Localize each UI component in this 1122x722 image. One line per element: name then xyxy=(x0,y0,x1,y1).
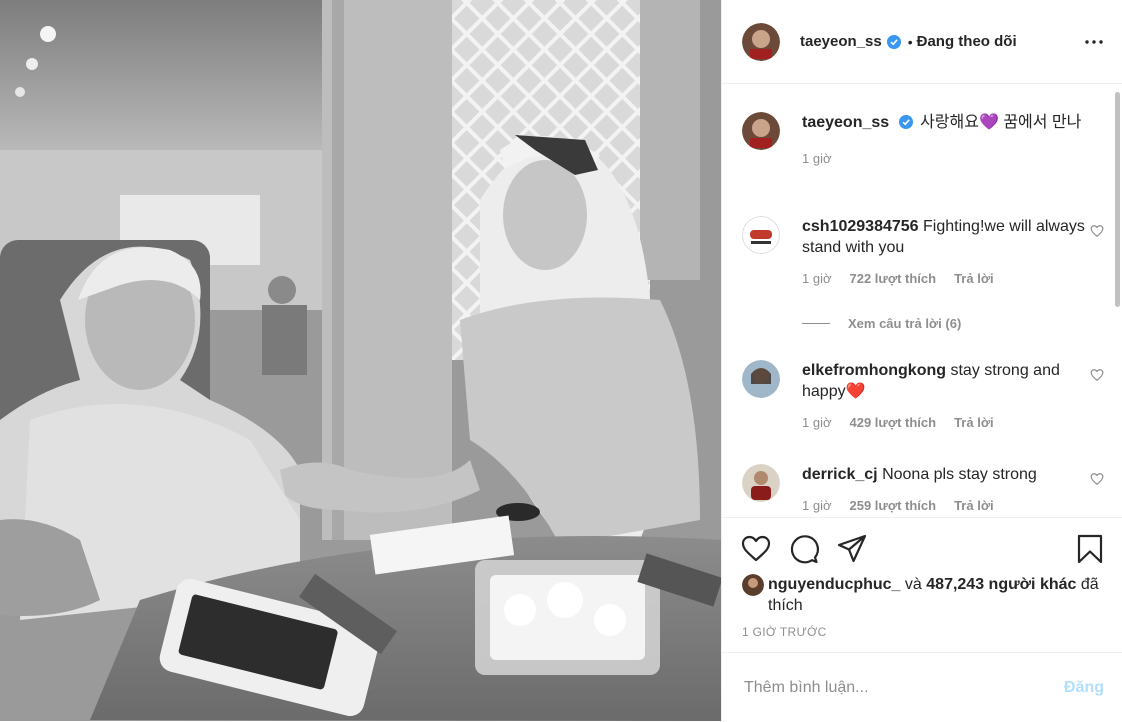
heart-small-icon[interactable] xyxy=(1090,472,1104,486)
comment-icon[interactable] xyxy=(788,533,820,565)
header-separator: • xyxy=(907,33,913,50)
liker-username[interactable]: nguyenducphuc_ xyxy=(768,576,900,593)
author-avatar[interactable] xyxy=(742,22,780,61)
reply-button[interactable]: Trả lời xyxy=(954,271,994,286)
likes-connector: và xyxy=(904,576,922,593)
heart-small-icon[interactable] xyxy=(1090,224,1104,238)
comment-text: Noona pls stay strong xyxy=(882,466,1037,483)
action-bar xyxy=(722,517,1122,582)
replies-line xyxy=(802,323,830,324)
commenter-avatar[interactable] xyxy=(742,216,780,254)
more-options-icon[interactable] xyxy=(1082,30,1106,54)
comment-meta: 1 giờ 722 lượt thích Trả lời xyxy=(802,271,1092,286)
likes-count[interactable]: 487,243 người khác xyxy=(926,576,1076,593)
verified-badge-icon xyxy=(886,34,901,49)
heart-small-icon[interactable] xyxy=(1090,368,1104,382)
post-comment-button[interactable]: Đăng xyxy=(1064,679,1104,697)
comment-input[interactable] xyxy=(742,677,1064,698)
reply-button[interactable]: Trả lời xyxy=(954,415,994,430)
comment-meta: 1 giờ 259 lượt thích Trả lời xyxy=(802,498,1092,513)
post-photo[interactable] xyxy=(0,0,721,721)
commenter-username[interactable]: elkefromhongkong xyxy=(802,362,946,379)
likes-summary: nguyenducphuc_ và 487,243 người khác đã … xyxy=(742,574,1102,616)
following-button[interactable]: Đang theo dõi xyxy=(917,33,1017,50)
comment-time[interactable]: 1 giờ xyxy=(802,415,832,430)
comment-likes[interactable]: 259 lượt thích xyxy=(850,498,937,513)
reply-button[interactable]: Trả lời xyxy=(954,498,994,513)
view-replies-button[interactable]: Xem câu trả lời (6) xyxy=(802,316,961,331)
save-icon[interactable] xyxy=(1074,533,1106,565)
commenter-avatar[interactable] xyxy=(742,464,780,502)
verified-badge-icon xyxy=(898,115,913,129)
comment-likes[interactable]: 722 lượt thích xyxy=(850,271,937,286)
caption-text-line: taeyeon_ss 사랑해요💜 꿈에서 만나 xyxy=(802,112,1092,133)
comment-likes[interactable]: 429 lượt thích xyxy=(850,415,937,430)
share-icon[interactable] xyxy=(836,533,868,565)
author-username[interactable]: taeyeon_ss xyxy=(800,33,882,50)
caption-avatar[interactable] xyxy=(742,112,780,150)
post-header: taeyeon_ss • Đang theo dõi xyxy=(722,0,1122,84)
comments-list[interactable]: taeyeon_ss 사랑해요💜 꿈에서 만나 1 giờ csh1029384… xyxy=(722,84,1122,517)
like-icon[interactable] xyxy=(740,533,772,565)
commenter-avatar[interactable] xyxy=(742,360,780,398)
comments-scrollbar[interactable] xyxy=(1115,92,1120,307)
post-side-panel: taeyeon_ss • Đang theo dõi taeyeon_ss 사랑… xyxy=(721,0,1122,721)
comment-meta: 1 giờ 429 lượt thích Trả lời xyxy=(802,415,1092,430)
caption-meta: 1 giờ xyxy=(802,151,1092,166)
caption-text: 사랑해요💜 꿈에서 만나 xyxy=(920,114,1082,131)
view-replies-label: Xem câu trả lời (6) xyxy=(848,316,962,331)
add-comment-bar: Đăng xyxy=(722,652,1122,722)
liker-avatar[interactable] xyxy=(742,574,764,596)
comment-time[interactable]: 1 giờ xyxy=(802,271,832,286)
commenter-username[interactable]: csh1029384756 xyxy=(802,218,919,235)
post-timestamp[interactable]: 1 GIỜ TRƯỚC xyxy=(742,625,827,639)
caption-username[interactable]: taeyeon_ss xyxy=(802,114,889,131)
commenter-username[interactable]: derrick_cj xyxy=(802,466,878,483)
comment-time[interactable]: 1 giờ xyxy=(802,498,832,513)
photo-illustration xyxy=(0,0,721,721)
instagram-post-view: taeyeon_ss • Đang theo dõi taeyeon_ss 사랑… xyxy=(0,0,1122,721)
caption-time[interactable]: 1 giờ xyxy=(802,151,832,166)
